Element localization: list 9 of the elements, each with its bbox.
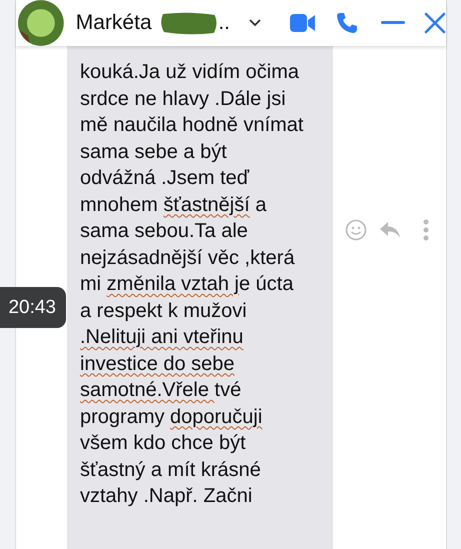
contact-name: Markéta [76, 11, 152, 35]
chevron-down-icon[interactable] [248, 18, 262, 28]
minimize-icon[interactable] [381, 21, 405, 25]
video-call-icon[interactable] [290, 13, 316, 33]
close-icon[interactable] [424, 12, 446, 34]
timestamp-tooltip: 20:43 [0, 287, 66, 328]
redaction-mark [158, 10, 218, 36]
name-ellipsis: .. [218, 11, 230, 35]
phone-icon[interactable] [335, 11, 359, 35]
